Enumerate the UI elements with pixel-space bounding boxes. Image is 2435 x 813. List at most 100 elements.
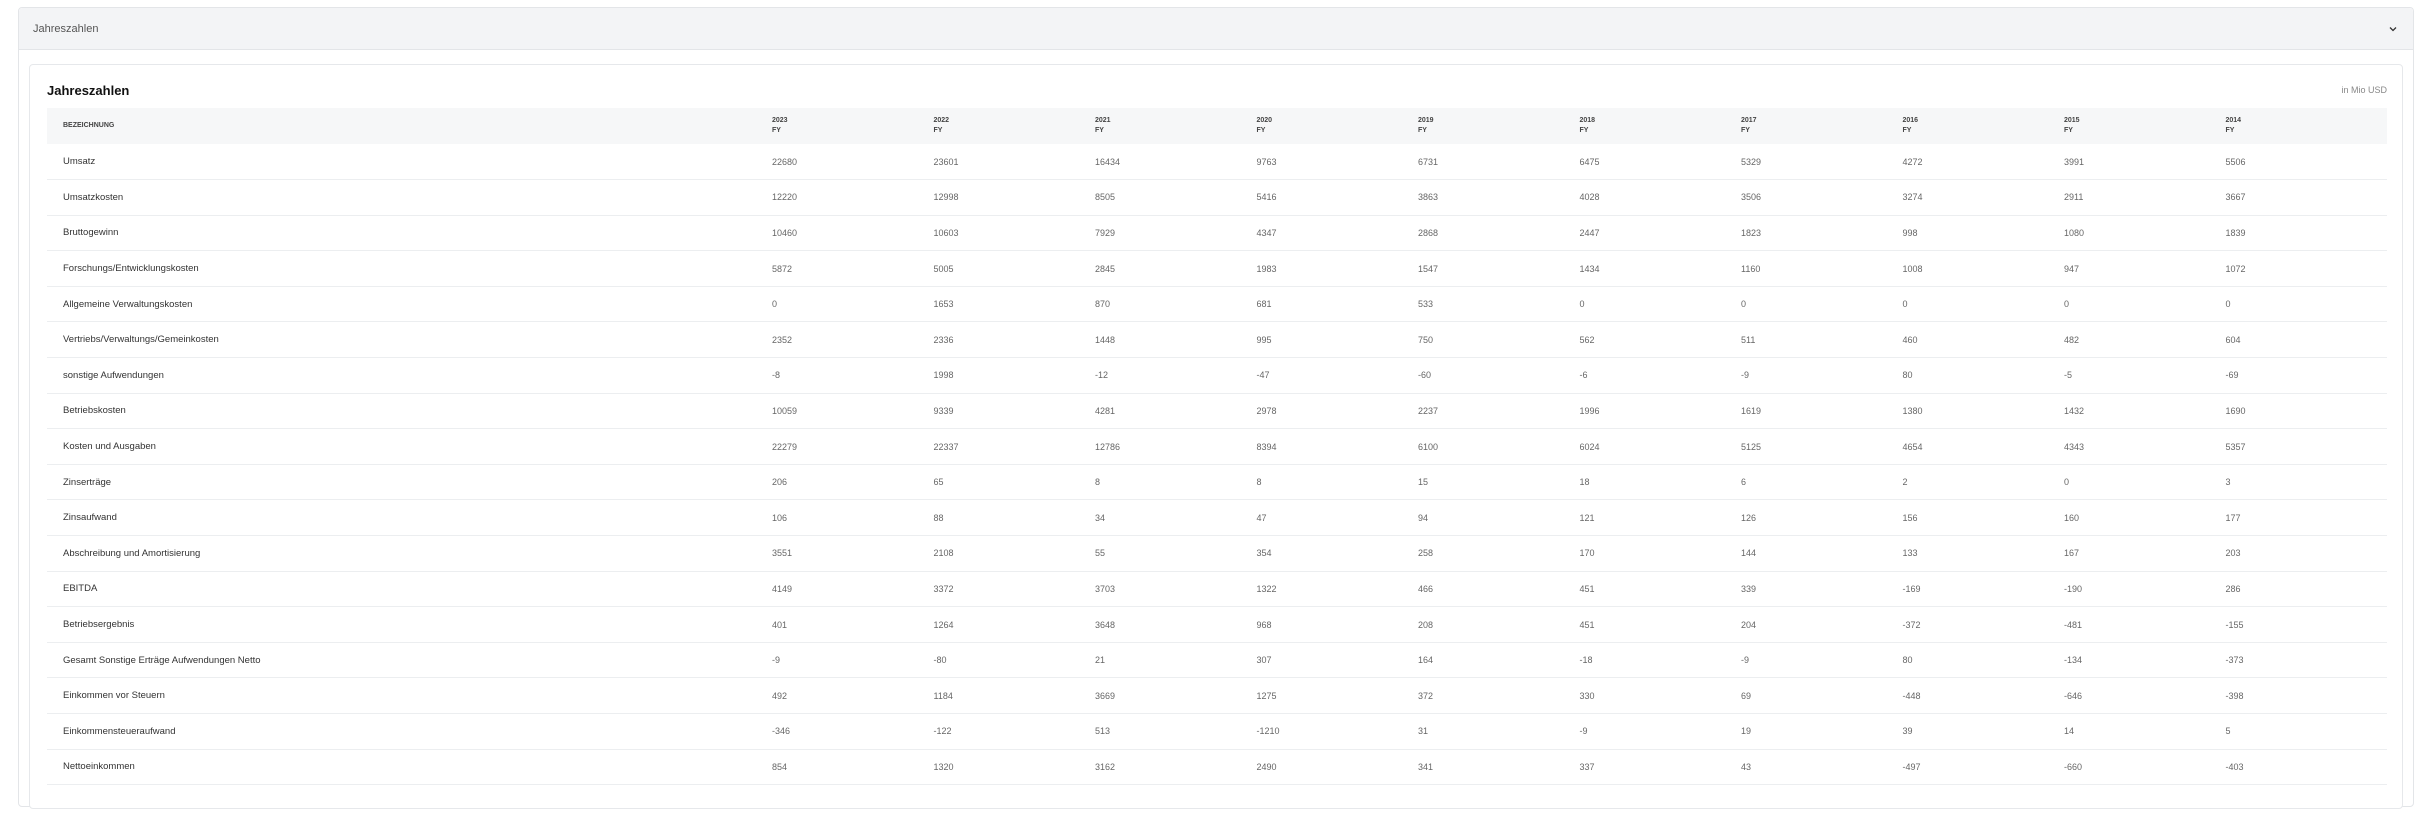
cell-value: 9763 bbox=[1256, 156, 1277, 167]
cell-value: 164 bbox=[1418, 655, 1434, 666]
cell-value: 401 bbox=[772, 619, 788, 630]
period-label: FY bbox=[1418, 127, 1427, 134]
cell-value: -372 bbox=[1902, 619, 1921, 630]
period-label: FY bbox=[1095, 127, 1104, 134]
row-label: Gesamt Sonstige Erträge Aufwendungen Net… bbox=[63, 654, 261, 666]
cell-value: 1690 bbox=[2225, 405, 2246, 416]
period-label: FY bbox=[2225, 127, 2235, 134]
year-label: 2015 bbox=[2064, 117, 2080, 124]
cell-value: -1210 bbox=[1256, 726, 1280, 737]
cell-value: 513 bbox=[1095, 726, 1111, 737]
row-label: Zinserträge bbox=[63, 476, 112, 488]
cell-value: -398 bbox=[2225, 690, 2244, 701]
cell-value: -190 bbox=[2064, 583, 2083, 594]
cell-value: 2108 bbox=[933, 548, 954, 559]
cell-value: 19 bbox=[1741, 726, 1752, 737]
cell-value: -646 bbox=[2064, 690, 2083, 701]
cell-value: 8394 bbox=[1256, 441, 1277, 452]
cell-value: 43 bbox=[1741, 761, 1752, 772]
cell-value: 133 bbox=[1902, 548, 1918, 559]
cell-value: -9 bbox=[1579, 726, 1588, 737]
cell-value: -481 bbox=[2064, 619, 2083, 630]
cell-value: 16434 bbox=[1095, 156, 1121, 167]
cell-value: 3274 bbox=[1902, 192, 1923, 203]
cell-value: 533 bbox=[1418, 299, 1434, 310]
cell-value: 1434 bbox=[1579, 263, 1600, 274]
cell-value: 1264 bbox=[933, 619, 954, 630]
cell-value: 47 bbox=[1256, 512, 1267, 523]
cell-value: 1547 bbox=[1418, 263, 1439, 274]
accordion-header[interactable]: Jahreszahlen bbox=[19, 8, 2413, 50]
cell-value: 12998 bbox=[933, 192, 959, 203]
cell-value: 854 bbox=[772, 761, 788, 772]
cell-value: 258 bbox=[1418, 548, 1434, 559]
period-label: FY bbox=[2064, 127, 2073, 134]
table-row: Kosten und Ausgaben 22279 22337 12786 8394 61… bbox=[47, 429, 2387, 465]
cell-value: 3648 bbox=[1095, 619, 1116, 630]
cell-value: 5416 bbox=[1256, 192, 1277, 203]
cell-value: 55 bbox=[1095, 548, 1106, 559]
cell-value: -60 bbox=[1418, 370, 1432, 381]
cell-value: 12786 bbox=[1095, 441, 1121, 452]
cell-value: -134 bbox=[2064, 655, 2083, 666]
cell-value: 121 bbox=[1579, 512, 1595, 523]
cell-value: 2978 bbox=[1256, 405, 1277, 416]
cell-value: -80 bbox=[933, 655, 947, 666]
column-header-year: 2023 FY bbox=[772, 108, 934, 144]
cell-value: 4272 bbox=[1902, 156, 1923, 167]
cell-value: 3667 bbox=[2225, 192, 2246, 203]
cell-value: 3991 bbox=[2064, 156, 2085, 167]
cell-value: 482 bbox=[2064, 334, 2080, 345]
cell-value: 4347 bbox=[1256, 227, 1277, 238]
cell-value: 2352 bbox=[772, 334, 793, 345]
table-row: sonstige Aufwendungen -8 1998 -12 -47 -60 -6 -9… bbox=[47, 358, 2387, 394]
cell-value: 3372 bbox=[933, 583, 954, 594]
cell-value: 330 bbox=[1579, 690, 1595, 701]
financials-card: Jahreszahlen in Mio USD BEZEICHNUNG 2023… bbox=[29, 64, 2403, 809]
cell-value: 372 bbox=[1418, 690, 1434, 701]
row-label: Nettoeinkommen bbox=[63, 761, 135, 773]
cell-value: 1432 bbox=[2064, 405, 2085, 416]
row-label: Abschreibung und Amortisierung bbox=[63, 547, 201, 559]
cell-value: -122 bbox=[933, 726, 952, 737]
column-header-year: 2020 FY bbox=[1257, 108, 1419, 144]
cell-value: 4028 bbox=[1579, 192, 1600, 203]
table-row: Nettoeinkommen 854 1320 3162 2490 341 337 43 -49… bbox=[47, 749, 2387, 785]
cell-value: 3669 bbox=[1095, 690, 1116, 701]
cell-value: -155 bbox=[2225, 619, 2244, 630]
row-label: Einkommensteueraufwand bbox=[63, 725, 176, 737]
cell-value: -373 bbox=[2225, 655, 2244, 666]
year-label: 2017 bbox=[1741, 117, 1757, 124]
table-row: Zinserträge 206 65 8 8 15 18 6 2 0 3 bbox=[47, 464, 2387, 500]
chevron-down-icon[interactable] bbox=[2385, 21, 2401, 37]
table-row: Bruttogewinn 10460 10603 7929 4347 2868 2447 18… bbox=[47, 215, 2387, 251]
cell-value: 106 bbox=[772, 512, 788, 523]
cell-value: -47 bbox=[1256, 370, 1270, 381]
cell-value: 5 bbox=[2225, 726, 2231, 737]
cell-value: 80 bbox=[1902, 655, 1913, 666]
period-label: FY bbox=[772, 127, 781, 134]
cell-value: 0 bbox=[2064, 477, 2070, 488]
cell-value: 492 bbox=[772, 690, 788, 701]
period-label: FY bbox=[1741, 127, 1750, 134]
cell-value: 10603 bbox=[933, 227, 959, 238]
cell-value: 5357 bbox=[2225, 441, 2246, 452]
cell-value: 286 bbox=[2225, 583, 2241, 594]
year-label: 2022 bbox=[933, 117, 950, 124]
table-row: Zinsaufwand 106 88 34 47 94 121 126 156 160 177 bbox=[47, 500, 2387, 536]
cell-value: 2845 bbox=[1095, 263, 1116, 274]
cell-value: 1380 bbox=[1902, 405, 1923, 416]
period-label: FY bbox=[1256, 127, 1266, 134]
cell-value: -6 bbox=[1579, 370, 1588, 381]
accordion-title: Jahreszahlen bbox=[33, 22, 99, 35]
card-header: Jahreszahlen in Mio USD bbox=[47, 65, 2387, 108]
cell-value: 0 bbox=[1902, 299, 1908, 310]
cell-value: 208 bbox=[1418, 619, 1434, 630]
column-header-year: 2018 FY bbox=[1580, 108, 1742, 144]
cell-value: 511 bbox=[1741, 334, 1756, 345]
cell-value: 1998 bbox=[933, 370, 954, 381]
period-label: FY bbox=[933, 127, 943, 134]
row-label: Kosten und Ausgaben bbox=[63, 441, 156, 453]
cell-value: 5329 bbox=[1741, 156, 1762, 167]
cell-value: 1823 bbox=[1741, 227, 1762, 238]
